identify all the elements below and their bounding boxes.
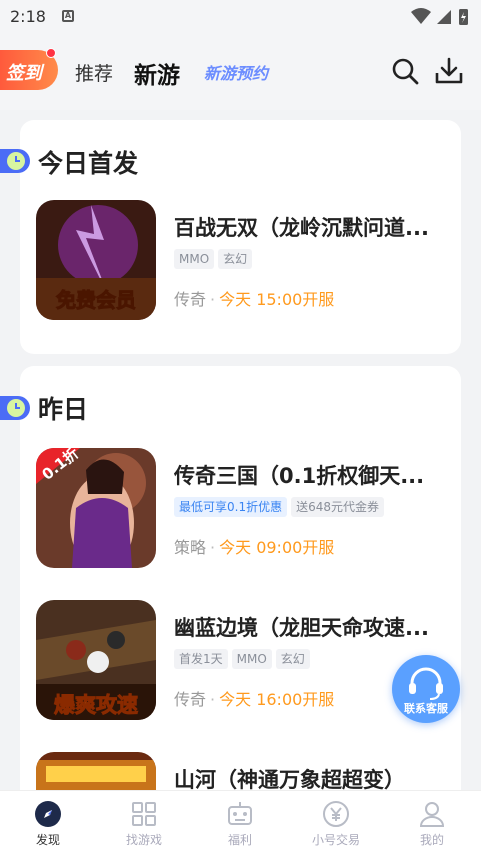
game-tag: 玄幻	[218, 249, 253, 269]
signin-label: 签到	[6, 63, 42, 84]
app-notification-icon: A	[62, 10, 74, 22]
game-thumbnail-art: 爆爽攻速	[36, 600, 156, 720]
game-tag: 首发1天	[174, 649, 228, 669]
game-tag-discount: 最低可享0.1折优惠	[174, 497, 288, 517]
game-tags: 首发1天 MMO 玄幻	[174, 648, 314, 669]
game-name[interactable]: 幽蓝边境（龙胆天命攻速...	[174, 612, 454, 642]
game-tags: MMO 玄幻	[174, 248, 256, 269]
game-meta: 传奇 · 今天 15:00开服	[174, 286, 334, 310]
clock-icon	[0, 396, 30, 420]
search-icon[interactable]	[390, 56, 420, 86]
tab-discover[interactable]: 发现	[0, 791, 96, 855]
game-tag: MMO	[174, 249, 215, 269]
server-open-time: 今天 16:00开服	[219, 690, 335, 709]
tab-mine[interactable]: 我的	[384, 791, 480, 855]
signin-button[interactable]: 签到	[0, 48, 58, 90]
notification-dot	[46, 48, 56, 58]
top-header: 签到 推荐 新游 新游预约	[0, 34, 481, 110]
game-meta: 策略 · 今天 09:00开服	[174, 534, 334, 558]
download-icon[interactable]	[434, 56, 464, 86]
game-tag: 送648元代金券	[291, 497, 384, 517]
section-title-today: 今日首发	[38, 149, 139, 178]
game-thumbnail-art: 0.1折	[36, 448, 156, 568]
tab-recommend[interactable]: 推荐	[75, 59, 113, 86]
tab-find-games[interactable]: 找游戏	[96, 791, 192, 855]
status-bar: 2:18 A	[0, 0, 481, 34]
game-category: 策略	[174, 538, 207, 557]
meta-separator: ·	[210, 538, 216, 557]
customer-service-button[interactable]: 联系客服	[392, 655, 460, 723]
game-name[interactable]: 传奇三国（0.1折权御天...	[174, 460, 454, 490]
status-time: 2:18	[10, 7, 46, 26]
meta-separator: ·	[210, 690, 216, 709]
clock-icon	[0, 149, 30, 173]
game-item[interactable]: 0.1折 传奇三国（0.1折权御天... 最低可享0.1折优惠 送648元代金券 …	[20, 448, 461, 588]
game-category: 传奇	[174, 690, 207, 709]
user-icon	[419, 802, 445, 827]
game-thumbnail[interactable]: 免费会员	[36, 200, 156, 320]
tab-label: 我的	[419, 833, 444, 847]
tab-new-games[interactable]: 新游	[134, 56, 180, 90]
game-category: 传奇	[174, 290, 207, 309]
compass-icon	[35, 801, 61, 827]
meta-separator: ·	[210, 290, 216, 309]
server-open-time: 今天 09:00开服	[219, 538, 335, 557]
tab-label: 找游戏	[125, 833, 162, 847]
bottom-tab-bar: 发现 找游戏 福利 小号交易 我的	[0, 790, 481, 855]
grid-icon	[132, 802, 156, 826]
tab-label: 福利	[227, 833, 252, 847]
section-title-yesterday: 昨日	[38, 395, 89, 424]
wifi-icon	[411, 8, 431, 24]
game-thumbnail-art: 免费会员	[36, 200, 156, 320]
game-item[interactable]: 免费会员 百战无双（龙岭沉默问道... MMO 玄幻 传奇 · 今天 15:00开服	[20, 200, 461, 340]
thumb-label: 爆爽攻速	[54, 693, 138, 717]
tab-new-game-reservation[interactable]: 新游预约	[204, 60, 268, 84]
signal-icon	[437, 10, 451, 24]
game-tag: 玄幻	[275, 649, 310, 669]
tab-account-trade[interactable]: 小号交易	[288, 791, 384, 855]
game-tags: 最低可享0.1折优惠 送648元代金券	[174, 496, 388, 517]
game-name[interactable]: 百战无双（龙岭沉默问道...	[174, 212, 454, 242]
customer-service-label: 联系客服	[404, 702, 448, 715]
tab-label: 发现	[35, 833, 60, 847]
server-open-time: 今天 15:00开服	[219, 290, 335, 309]
game-meta: 传奇 · 今天 16:00开服	[174, 686, 334, 710]
game-thumbnail[interactable]: 0.1折	[36, 448, 156, 568]
system-status-icons	[411, 8, 468, 25]
gift-robot-icon	[228, 802, 252, 825]
thumb-label: 免费会员	[56, 288, 136, 312]
tab-benefits[interactable]: 福利	[192, 791, 288, 855]
game-tag: MMO	[231, 649, 272, 669]
tab-label: 小号交易	[311, 833, 360, 847]
game-thumbnail[interactable]: 爆爽攻速	[36, 600, 156, 720]
yen-exchange-icon	[323, 801, 349, 827]
